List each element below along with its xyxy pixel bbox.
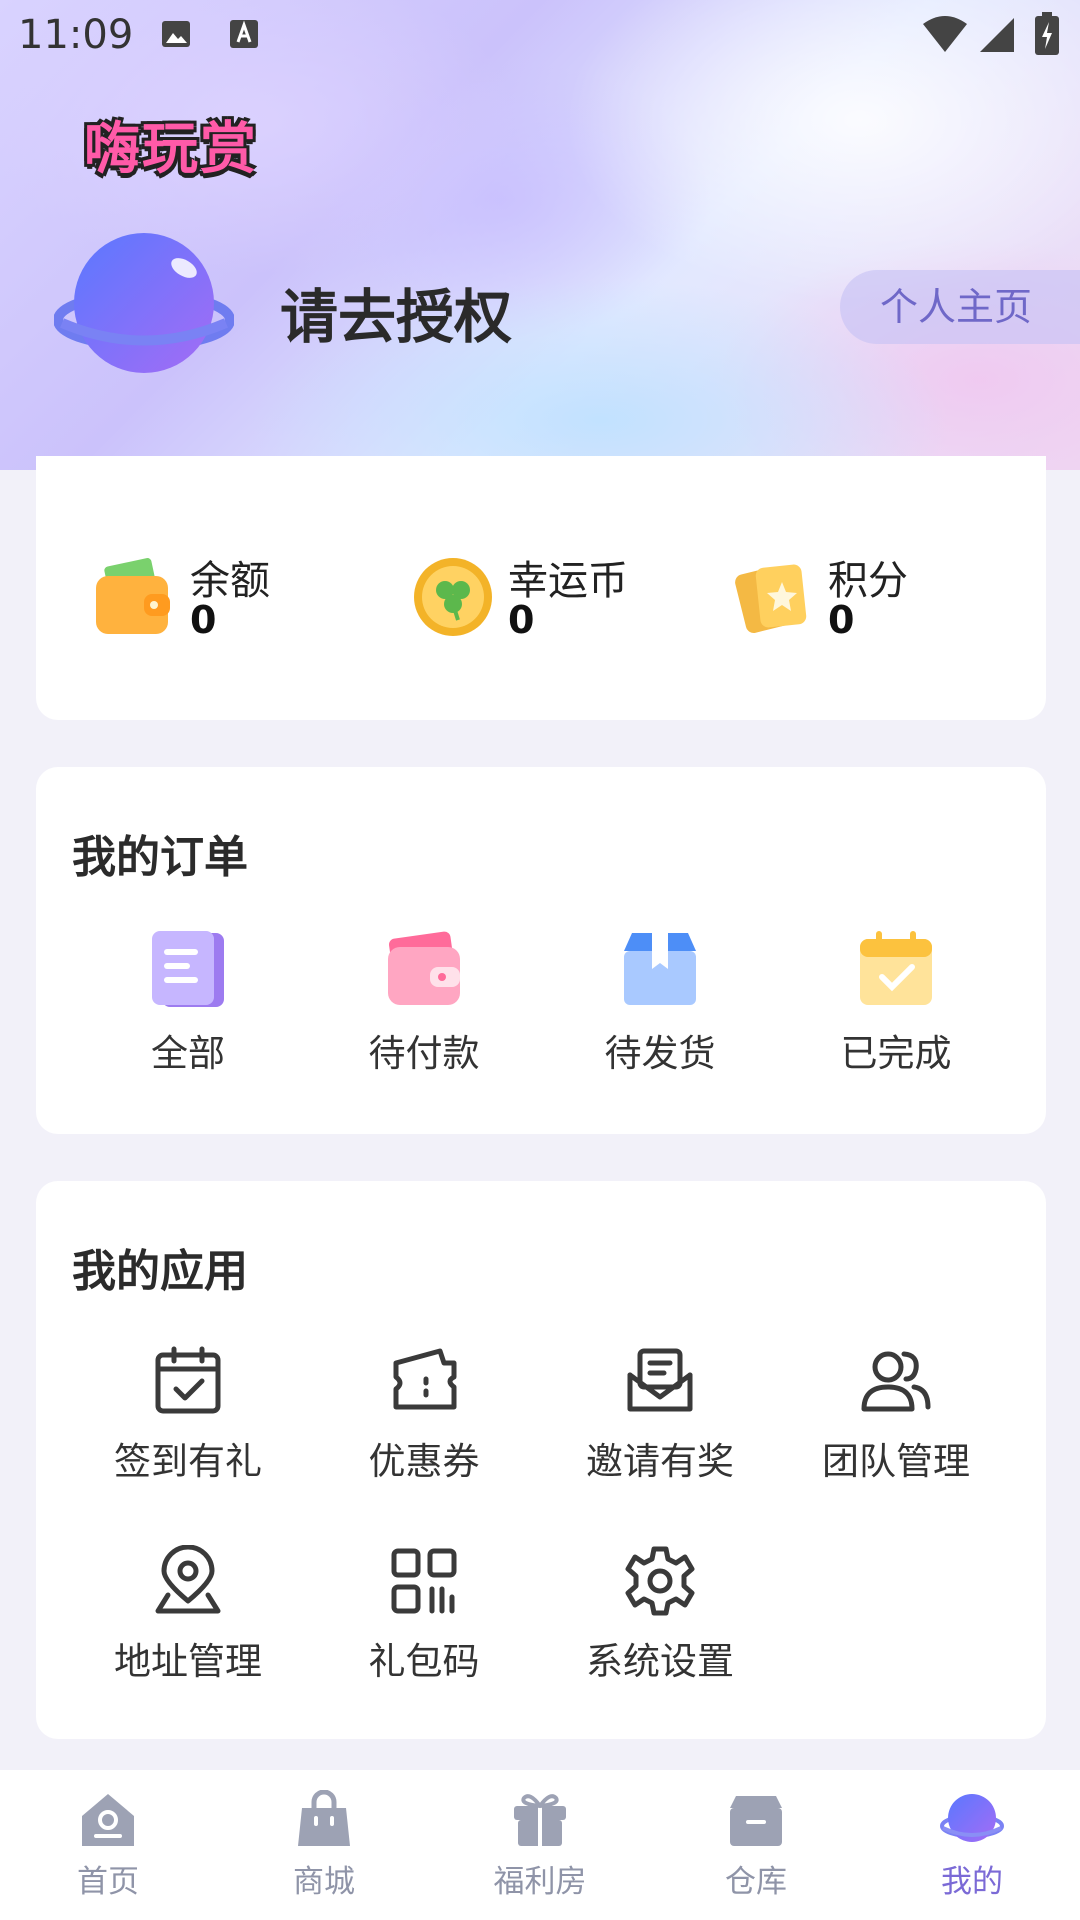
document-icon — [152, 931, 224, 1007]
wallet-pay-icon — [388, 931, 460, 1005]
signal-icon — [980, 18, 1014, 52]
order-all-label: 全部 — [151, 1032, 225, 1075]
qr-code-icon — [391, 1548, 457, 1614]
app-logo: 嗨玩赏 — [84, 117, 258, 182]
app-gift-code[interactable]: 礼包码 — [306, 1545, 542, 1685]
orders-title: 我的订单 — [72, 832, 248, 883]
gift-icon — [514, 1794, 566, 1846]
home-icon — [82, 1794, 134, 1846]
apps-title: 我的应用 — [72, 1246, 248, 1297]
tab-welfare-label: 福利房 — [493, 1864, 587, 1900]
app-invite-label: 邀请有奖 — [586, 1440, 734, 1483]
app-coupon-label: 优惠券 — [368, 1440, 480, 1483]
warehouse-box-icon — [730, 1796, 782, 1846]
order-completed[interactable]: 已完成 — [778, 929, 1014, 1077]
bottom-tab-bar: 首页 商城 福利房 仓库 我的 — [0, 1770, 1080, 1920]
lucky-coin-value: 0 — [508, 598, 535, 642]
tab-home-label: 首页 — [77, 1864, 139, 1900]
tab-welfare[interactable]: 福利房 — [432, 1790, 648, 1901]
calendar-check-icon — [860, 931, 932, 1005]
wallet-card: 余额 0 幸运币 0 积分 0 — [36, 456, 1046, 720]
tab-mine[interactable]: 我的 — [864, 1790, 1080, 1901]
app-checkin[interactable]: 签到有礼 — [70, 1345, 306, 1485]
order-pending-shipment[interactable]: 待发货 — [542, 929, 778, 1077]
tab-mine-label: 我的 — [941, 1864, 1003, 1900]
image-icon — [162, 21, 190, 47]
tab-mall[interactable]: 商城 — [216, 1789, 432, 1901]
calendar-check-icon — [155, 1346, 221, 1414]
app-gift-code-label: 礼包码 — [368, 1640, 480, 1683]
users-icon — [861, 1351, 931, 1412]
location-icon — [155, 1545, 221, 1614]
points-cards-icon — [735, 564, 807, 633]
order-all[interactable]: 全部 — [70, 929, 306, 1077]
order-pending-payment-label: 待付款 — [368, 1032, 480, 1075]
app-address-label: 地址管理 — [114, 1640, 262, 1683]
coin-icon — [414, 558, 492, 636]
mail-icon — [627, 1348, 693, 1412]
app-address[interactable]: 地址管理 — [70, 1545, 306, 1685]
order-completed-label: 已完成 — [840, 1032, 952, 1075]
order-pending-payment[interactable]: 待付款 — [306, 929, 542, 1077]
app-coupon[interactable]: 优惠券 — [306, 1345, 542, 1485]
balance-value: 0 — [190, 598, 217, 642]
app-invite[interactable]: 邀请有奖 — [542, 1345, 778, 1485]
app-team-label: 团队管理 — [822, 1440, 970, 1483]
status-bar: 11:09 — [0, 0, 1080, 72]
apps-card: 我的应用 签到有礼 优惠券 邀请有奖 团队管理 地址管理 礼包码 系统设置 — [36, 1181, 1046, 1739]
tab-home[interactable]: 首页 — [0, 1790, 216, 1901]
wifi-icon — [923, 16, 967, 52]
app-checkin-label: 签到有礼 — [114, 1440, 262, 1483]
avatar[interactable] — [54, 228, 234, 378]
gear-icon — [625, 1546, 695, 1616]
tab-warehouse[interactable]: 仓库 — [648, 1790, 864, 1901]
ticket-icon — [393, 1348, 457, 1410]
wallet-icon — [96, 558, 170, 634]
authorize-prompt[interactable]: 请去授权 — [280, 270, 512, 354]
planet-icon — [940, 1794, 1004, 1842]
app-settings-label: 系统设置 — [586, 1640, 734, 1683]
box-icon — [624, 933, 696, 1005]
tab-warehouse-label: 仓库 — [725, 1864, 787, 1900]
points-value: 0 — [828, 598, 855, 642]
app-team[interactable]: 团队管理 — [778, 1345, 1014, 1485]
order-pending-shipment-label: 待发货 — [604, 1032, 716, 1075]
profile-button[interactable]: 个人主页 — [840, 270, 1080, 344]
app-settings[interactable]: 系统设置 — [542, 1545, 778, 1685]
shopping-bag-icon — [298, 1789, 350, 1846]
tab-mall-label: 商城 — [293, 1864, 355, 1900]
keyboard-a-icon — [230, 20, 258, 48]
battery-icon — [1035, 12, 1059, 55]
status-time: 11:09 — [18, 12, 134, 58]
orders-card: 我的订单 全部 待付款 待发货 已完成 — [36, 767, 1046, 1134]
